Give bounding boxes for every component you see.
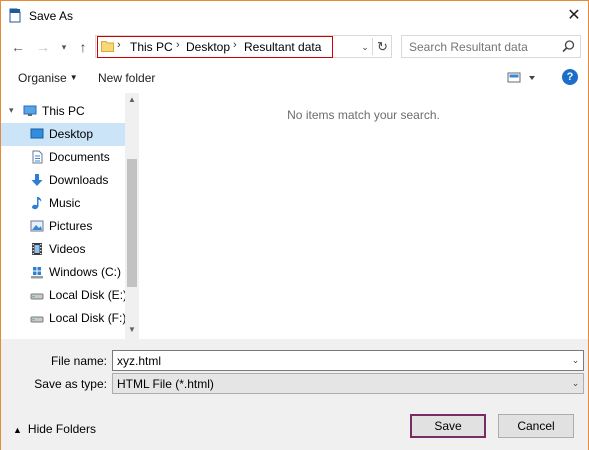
music-note-icon — [32, 197, 42, 210]
save-button[interactable]: Save — [410, 414, 486, 438]
navigation-bar: ← → ▾ ↑ › This PC › Desktop › Resultant … — [1, 31, 588, 65]
up-button[interactable]: ↑ — [74, 38, 92, 56]
help-icon: ? — [566, 71, 574, 83]
address-bar[interactable]: › This PC › Desktop › Resultant data ⌄ ↻ — [95, 35, 392, 58]
monitor-icon — [23, 105, 37, 116]
tree-item-label: This PC — [42, 104, 85, 118]
breadcrumb-this-pc[interactable]: This PC — [130, 40, 173, 54]
tree-item-label: Desktop — [49, 127, 94, 141]
tree-item-label: Pictures — [49, 219, 93, 233]
command-bar: Organise ▼ New folder ? — [1, 65, 588, 91]
back-button[interactable]: ← — [9, 38, 27, 56]
chevron-down-icon[interactable]: ⌄ — [568, 352, 583, 369]
forward-arrow-icon: → — [36, 39, 50, 55]
tree-item-label: Music — [49, 196, 81, 210]
search-icon — [562, 40, 575, 53]
tree-item-label: Local Disk (F:) — [49, 311, 127, 325]
tree-item-label: Local Disk (E:) — [49, 288, 128, 302]
help-button[interactable]: ? — [562, 69, 578, 85]
refresh-icon: ↻ — [377, 39, 388, 54]
navigation-pane: ▾ This PC Desktop Documents Downloads Mu… — [1, 93, 139, 339]
close-icon: ✕ — [567, 7, 581, 24]
breadcrumb-separator: › — [233, 39, 237, 51]
chevron-down-icon: ⌄ — [571, 378, 580, 388]
film-icon — [32, 243, 42, 255]
save-as-type-select[interactable]: HTML File (*.html) ⌄ — [112, 373, 584, 394]
organise-menu[interactable]: Organise ▼ — [18, 71, 78, 85]
tree-item-local-disk-f[interactable]: Local Disk (F:) — [1, 307, 127, 330]
chevron-down-icon: ⌄ — [361, 42, 369, 52]
tree-item-downloads[interactable]: Downloads — [1, 169, 125, 192]
organise-label: Organise — [18, 71, 67, 85]
tree-item-documents[interactable]: Documents — [1, 146, 125, 169]
document-icon — [9, 8, 21, 23]
tree-item-label: Documents — [49, 150, 110, 164]
hide-folders-label: Hide Folders — [27, 422, 96, 436]
tree-item-music[interactable]: Music — [1, 192, 125, 215]
save-as-type-value: HTML File (*.html) — [117, 377, 214, 391]
tree-item-local-disk-e[interactable]: Local Disk (E:) — [1, 284, 128, 307]
tree-item-label: Videos — [49, 242, 86, 256]
chevron-down-icon: ▾ — [61, 42, 67, 52]
cancel-button[interactable]: Cancel — [498, 414, 574, 438]
desktop-icon — [30, 128, 44, 139]
save-as-dialog: Save As ✕ ← → ▾ ↑ › This PC › Desktop › — [0, 0, 589, 450]
tree-item-label: Windows (C:) — [49, 265, 122, 279]
view-icon — [507, 72, 535, 83]
window-title: Save As — [29, 9, 74, 23]
address-dropdown-button[interactable]: ⌄ — [358, 38, 372, 56]
up-arrow-icon: ↑ — [79, 39, 87, 55]
new-folder-label: New folder — [98, 71, 156, 85]
breadcrumb-separator: › — [176, 39, 180, 51]
tree-item-pictures[interactable]: Pictures — [1, 215, 125, 238]
caret-up-icon: ▲ — [13, 425, 22, 435]
tree-item-this-pc[interactable]: ▾ This PC — [1, 100, 125, 123]
address-divider — [372, 38, 373, 55]
forward-button[interactable]: → — [34, 38, 52, 56]
navigation-scrollbar[interactable]: ▲ ▼ — [125, 93, 139, 339]
disk-drive-icon — [30, 293, 44, 300]
empty-message: No items match your search. — [287, 108, 440, 122]
save-as-type-label: Save as type: — [34, 377, 107, 391]
hide-folders-button[interactable]: ▲ Hide Folders — [13, 422, 96, 436]
collapse-chevron-icon[interactable]: ▾ — [9, 105, 14, 116]
file-name-label: File name: — [50, 354, 107, 368]
file-list[interactable]: No items match your search. — [139, 93, 588, 339]
caret-down-icon: ▼ — [69, 73, 78, 82]
recent-locations-button[interactable]: ▾ — [55, 38, 73, 56]
search-box[interactable] — [401, 35, 581, 58]
file-name-field[interactable]: ⌄ — [112, 350, 584, 371]
breadcrumb-separator: › — [117, 39, 121, 51]
folder-icon — [101, 41, 114, 52]
tree-item-windows-c[interactable]: Windows (C:) — [1, 261, 125, 284]
scroll-down-button[interactable]: ▼ — [125, 323, 139, 337]
close-button[interactable]: ✕ — [561, 3, 587, 29]
refresh-button[interactable]: ↻ — [374, 37, 391, 56]
scroll-thumb[interactable] — [127, 159, 137, 287]
pictures-icon — [30, 220, 44, 232]
documents-icon — [32, 150, 43, 164]
disk-drive-icon — [30, 316, 44, 323]
search-input[interactable] — [402, 36, 558, 57]
change-view-button[interactable] — [505, 69, 539, 87]
download-arrow-icon — [31, 174, 43, 186]
breadcrumb-desktop[interactable]: Desktop — [186, 40, 230, 54]
title-bar: Save As ✕ — [1, 1, 588, 31]
file-name-input[interactable] — [113, 351, 563, 370]
save-options-panel: File name: ⌄ Save as type: HTML File (*.… — [1, 339, 588, 450]
tree-item-label: Downloads — [49, 173, 109, 187]
tree-item-desktop[interactable]: Desktop — [1, 123, 125, 146]
windows-drive-icon — [31, 267, 43, 279]
new-folder-button[interactable]: New folder — [98, 71, 155, 85]
breadcrumb-resultant-data[interactable]: Resultant data — [244, 40, 321, 54]
tree-item-videos[interactable]: Videos — [1, 238, 125, 261]
scroll-up-button[interactable]: ▲ — [125, 93, 139, 107]
back-arrow-icon: ← — [11, 39, 25, 55]
